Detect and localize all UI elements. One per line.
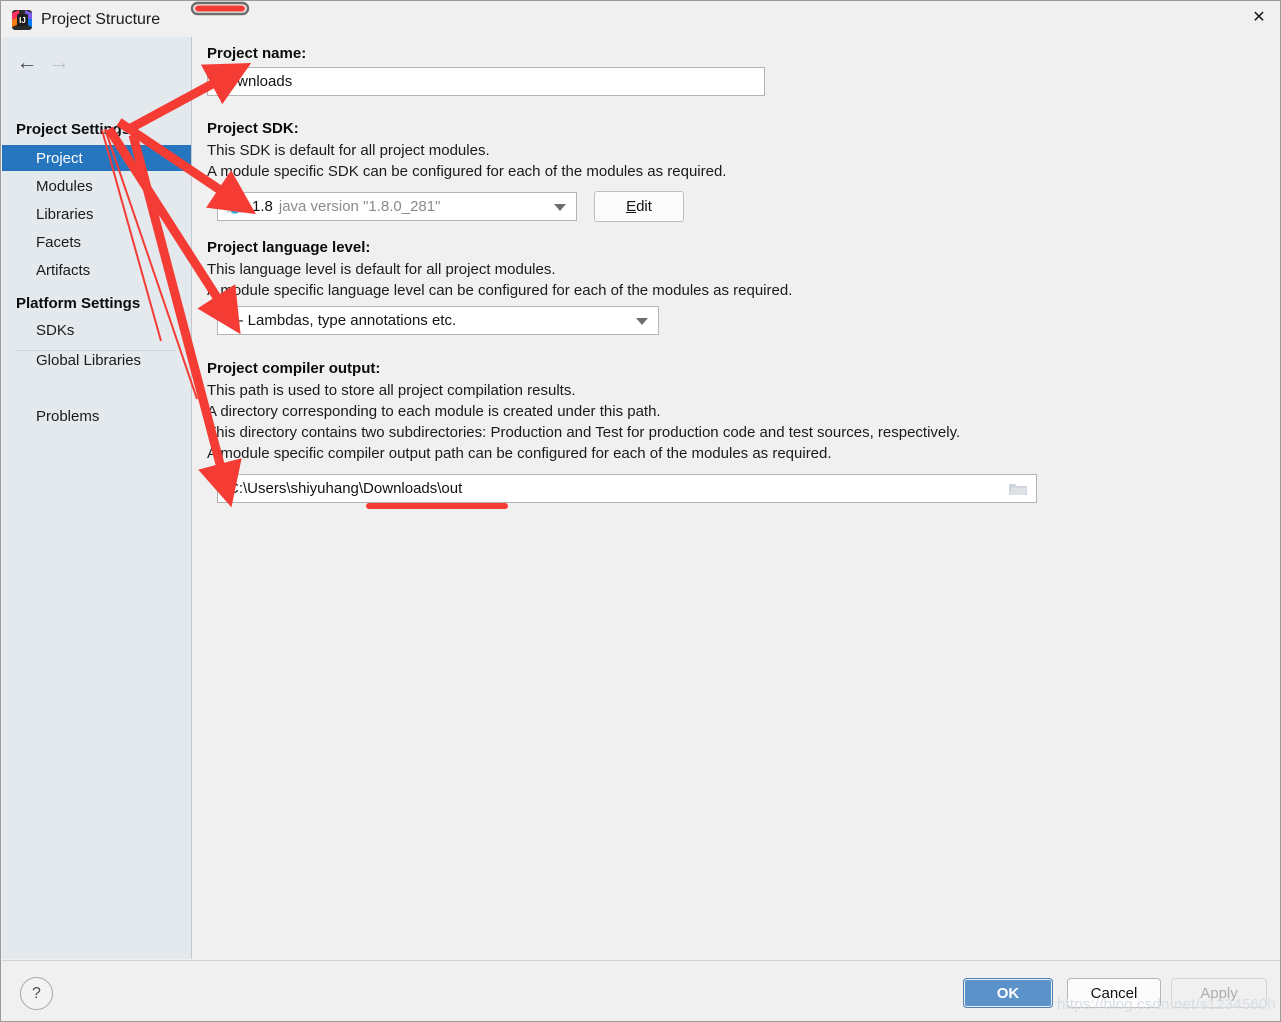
chevron-down-icon[interactable]: [636, 317, 648, 325]
project-sdk-label: Project SDK:: [207, 120, 299, 137]
content-pane: Project name: Downloads Project SDK: Thi…: [192, 37, 1280, 959]
language-level-description-2: A module specific language level can be …: [207, 282, 793, 299]
compiler-output-description-4: A module specific compiler output path c…: [207, 445, 832, 462]
sidebar-group-platform-settings: Platform Settings: [16, 295, 141, 312]
language-level-value: 8 - Lambdas, type annotations etc.: [226, 312, 457, 329]
ok-button[interactable]: OK: [963, 978, 1053, 1008]
sidebar-item-artifacts[interactable]: Artifacts: [2, 257, 191, 283]
compiler-output-description-3: This directory contains two subdirectori…: [207, 424, 961, 441]
project-sdk-description-2: A module specific SDK can be configured …: [207, 163, 727, 180]
close-icon[interactable]: ✕: [1236, 1, 1280, 35]
java-sdk-folder-icon: [227, 201, 244, 214]
sidebar-item-sdks[interactable]: SDKs: [2, 317, 191, 343]
language-level-label: Project language level:: [207, 239, 371, 256]
project-name-label: Project name:: [207, 45, 307, 62]
edit-button-rest: dit: [636, 198, 652, 215]
title-bar: IJ Project Structure ✕: [1, 1, 1280, 37]
cancel-button[interactable]: Cancel: [1067, 978, 1161, 1008]
compiler-output-label: Project compiler output:: [207, 360, 381, 377]
sidebar-item-problems[interactable]: Problems: [2, 403, 191, 429]
chevron-down-icon[interactable]: [554, 203, 566, 211]
compiler-output-input[interactable]: C:\Users\shiyuhang\Downloads\out: [217, 474, 1037, 503]
sidebar-group-project-settings: Project Settings: [16, 121, 131, 138]
project-structure-dialog: IJ Project Structure ✕ ← → Project Setti…: [0, 0, 1281, 1022]
compiler-output-description-2: A directory corresponding to each module…: [207, 403, 661, 420]
project-sdk-description-1: This SDK is default for all project modu…: [207, 142, 490, 159]
sidebar-item-facets[interactable]: Facets: [2, 229, 191, 255]
sidebar-divider: [16, 350, 176, 351]
project-sdk-dropdown[interactable]: 1.8 java version "1.8.0_281": [217, 192, 577, 221]
svg-text:IJ: IJ: [19, 16, 26, 25]
language-level-dropdown[interactable]: 8 - Lambdas, type annotations etc.: [217, 306, 659, 335]
project-sdk-value-name: 1.8: [252, 198, 273, 215]
intellij-idea-logo: IJ: [12, 10, 32, 30]
compiler-output-value: C:\Users\shiyuhang\Downloads\out: [228, 480, 463, 497]
compiler-output-description-1: This path is used to store all project c…: [207, 382, 576, 399]
apply-button: Apply: [1171, 978, 1267, 1008]
arrow-right-icon[interactable]: →: [44, 49, 74, 75]
edit-button-mnemonic: E: [626, 198, 637, 215]
sidebar: ← → Project Settings Platform Settings P…: [2, 37, 192, 959]
project-sdk-value-detail: java version "1.8.0_281": [278, 198, 441, 215]
sidebar-item-libraries[interactable]: Libraries: [2, 201, 191, 227]
sidebar-item-modules[interactable]: Modules: [2, 173, 191, 199]
project-name-input[interactable]: Downloads: [207, 67, 765, 96]
help-button[interactable]: ?: [20, 977, 53, 1010]
sidebar-item-project[interactable]: Project: [2, 145, 191, 171]
page-title: Project Structure: [41, 11, 161, 28]
navigation-arrows: ← →: [12, 49, 92, 75]
folder-browse-icon[interactable]: [1008, 481, 1028, 497]
arrow-left-icon[interactable]: ←: [12, 49, 42, 75]
edit-sdk-button[interactable]: Edit: [594, 191, 684, 222]
language-level-description-1: This language level is default for all p…: [207, 261, 556, 278]
